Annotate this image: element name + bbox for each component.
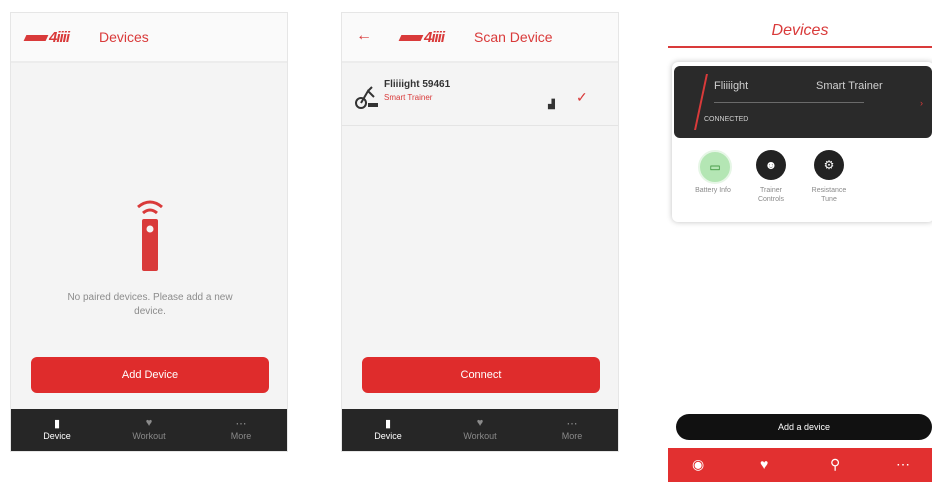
screen-devices-connected: Devices Fliiiight Smart Trainer CONNECTE… xyxy=(668,0,932,482)
device-icon: ▮ xyxy=(53,418,61,430)
page-title: Devices xyxy=(99,29,149,45)
nav-workout[interactable]: ♥ Workout xyxy=(434,409,526,451)
connection-status: CONNECTED xyxy=(704,116,749,123)
device-type: Smart Trainer xyxy=(816,80,883,92)
bottom-nav: ▮ Device ♥ Workout ⋯ More xyxy=(342,409,618,451)
bike-trainer-icon xyxy=(355,86,378,109)
heart-icon[interactable]: ♥ xyxy=(760,456,768,472)
workout-icon: ♥ xyxy=(145,417,153,429)
resistance-icon[interactable]: ⚙ xyxy=(814,150,844,180)
nav-workout[interactable]: ♥ Workout xyxy=(103,409,195,451)
add-device-button[interactable]: Add Device xyxy=(31,357,269,393)
check-icon: ✓ xyxy=(576,89,588,105)
page-title: Devices xyxy=(771,22,829,39)
connected-device-panel[interactable]: Fliiiight Smart Trainer CONNECTED › xyxy=(674,66,932,138)
resistance-label: Resistance Tune xyxy=(811,187,847,203)
more-icon[interactable]: ⋯ xyxy=(896,456,910,473)
signal-icon: ▟ xyxy=(548,99,555,109)
battery-icon[interactable]: ▭ xyxy=(698,150,732,184)
top-bar: 4iiii Devices xyxy=(11,13,287,63)
connect-button[interactable]: Connect xyxy=(362,357,600,393)
workout-icon: ♥ xyxy=(476,417,484,429)
device-name: Fliiiight xyxy=(714,80,749,92)
chevron-right-icon[interactable]: › xyxy=(920,98,923,108)
remote-device-icon xyxy=(137,200,163,271)
nav-more[interactable]: ⋯ More xyxy=(526,409,618,451)
nav-device[interactable]: ▮ Device xyxy=(342,409,434,451)
title-underline xyxy=(668,46,932,48)
nav-device[interactable]: ▮ Device xyxy=(11,409,103,451)
device-type: Smart Trainer xyxy=(384,93,433,102)
location-icon[interactable]: ⚲ xyxy=(830,456,840,473)
brand-logo: 4iiii xyxy=(23,29,70,46)
brand-logo: 4iiii xyxy=(398,29,445,46)
device-card: Fliiiight Smart Trainer CONNECTED › ▭ Ba… xyxy=(672,62,932,222)
battery-label: Battery Info xyxy=(695,187,731,194)
top-bar: ← 4iiii Scan Device xyxy=(342,13,618,63)
trainer-icon[interactable]: ☻ xyxy=(756,150,786,180)
device-icon: ▮ xyxy=(384,418,392,430)
back-arrow-icon[interactable]: ← xyxy=(356,27,372,45)
bottom-nav: ◉ ♥ ⚲ ⋯ xyxy=(668,448,932,482)
bottom-nav: ▮ Device ♥ Workout ⋯ More xyxy=(11,409,287,451)
screen-scan-device: ← 4iiii Scan Device Fliiiight 59461 Smar… xyxy=(341,12,619,452)
page-title: Scan Device xyxy=(474,29,553,45)
divider xyxy=(714,102,864,103)
more-icon: ⋯ xyxy=(566,418,578,430)
add-a-device-button[interactable]: Add a device xyxy=(676,414,932,440)
empty-state-message: No paired devices. Please add a new devi… xyxy=(67,292,233,317)
screen-devices-empty: 4iiii Devices No paired devices. Please … xyxy=(10,12,288,452)
more-icon: ⋯ xyxy=(235,418,247,430)
device-name: Fliiiight 59461 xyxy=(384,79,451,90)
trainer-label: Trainer Controls xyxy=(757,187,785,203)
nav-more[interactable]: ⋯ More xyxy=(195,409,287,451)
device-icon[interactable]: ◉ xyxy=(692,456,704,473)
